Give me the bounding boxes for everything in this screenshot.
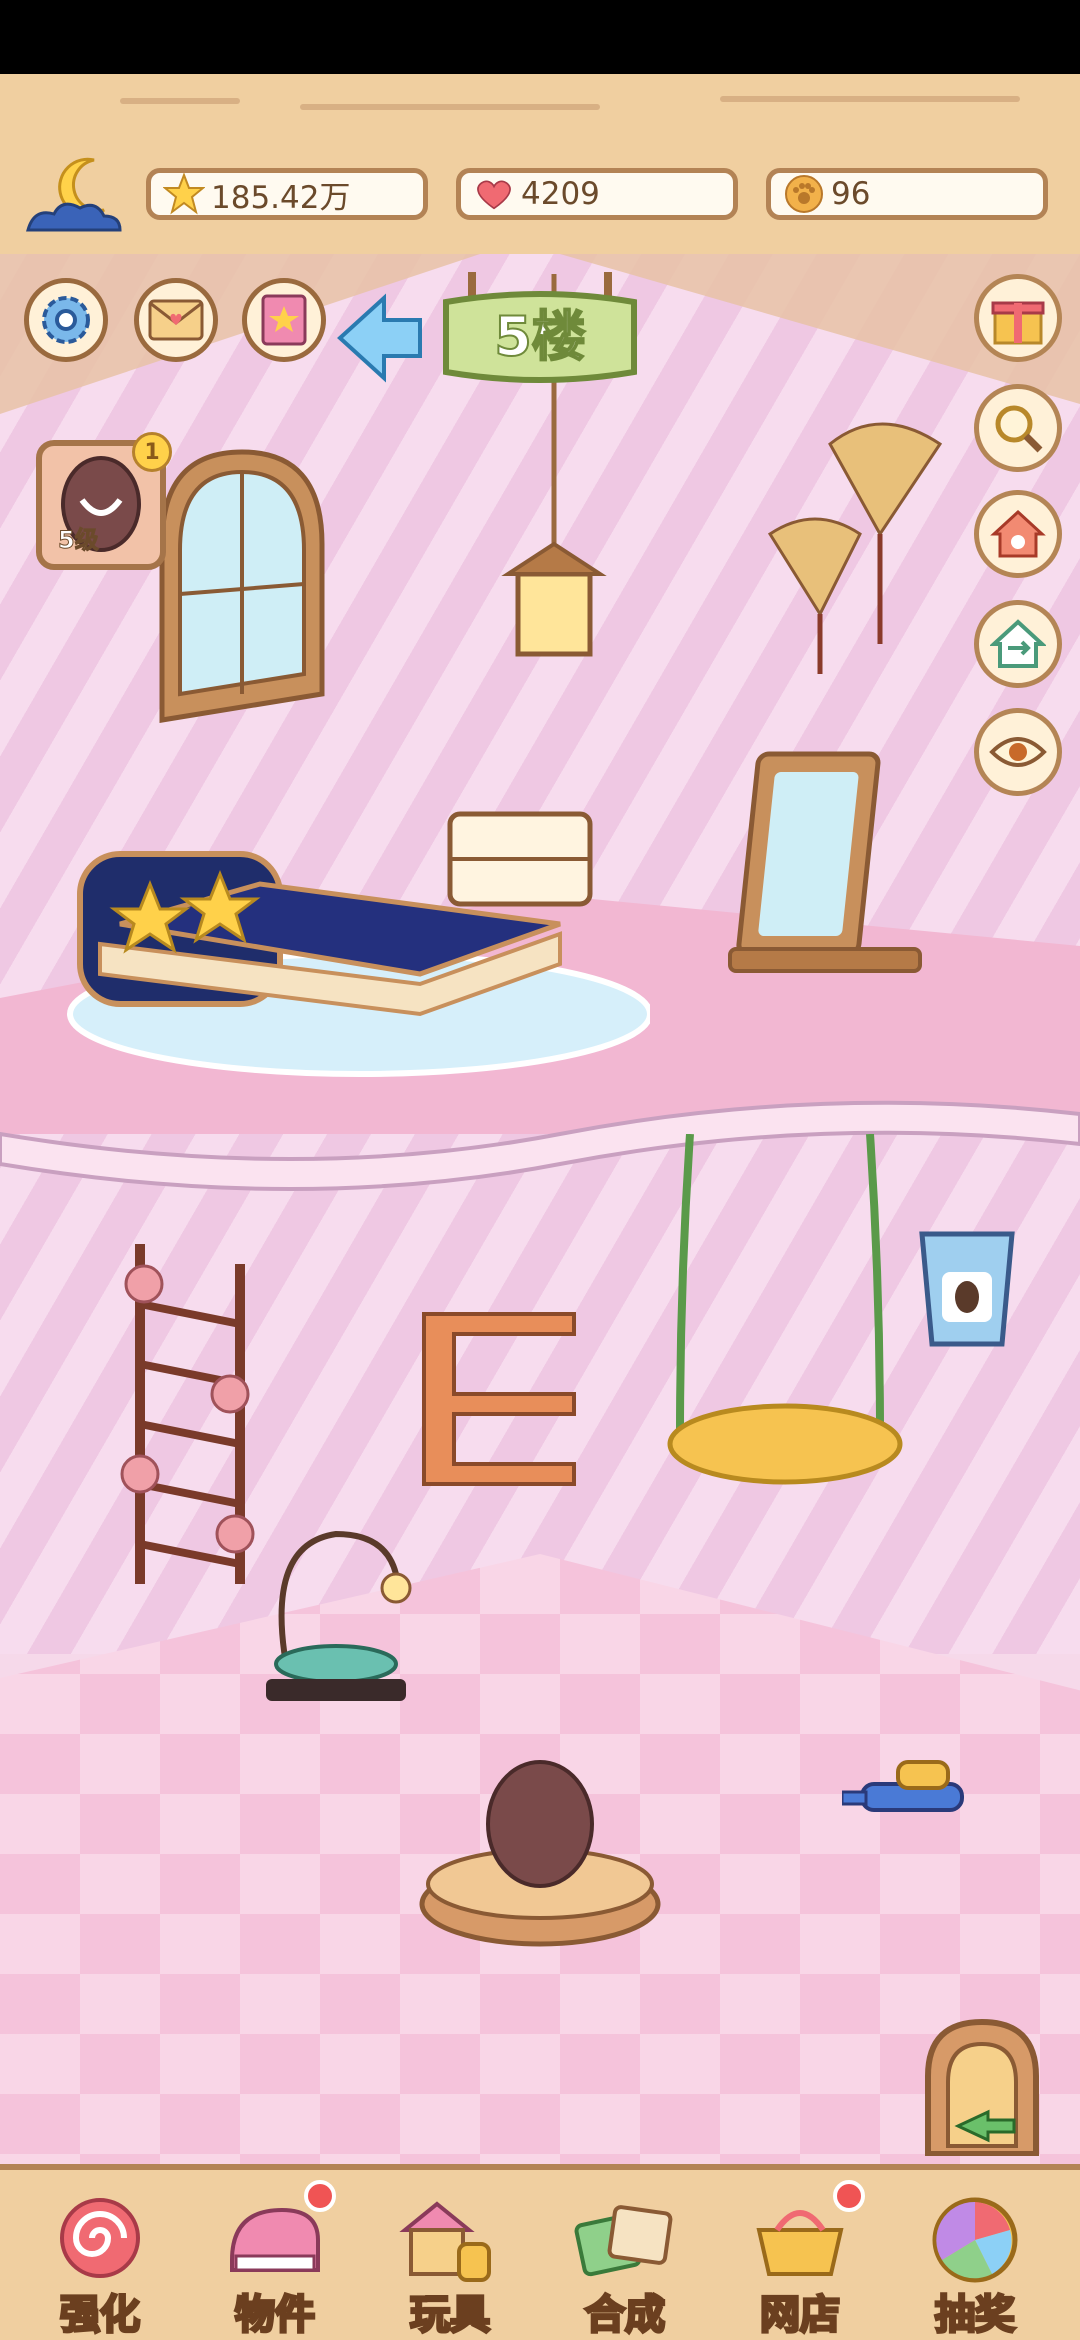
wall-shelf[interactable] — [414, 1294, 584, 1504]
search-icon — [995, 405, 1043, 453]
house-icon — [990, 509, 1046, 558]
gift-icon — [991, 301, 1045, 345]
nav-label: 玩具 — [409, 2291, 492, 2340]
resource-header — [0, 74, 1080, 260]
eye-icon — [989, 737, 1047, 767]
game-screen: 185.42万 4209 96 5楼 5级 1 强化 物件 玩具 合成 网店 抽… — [0, 0, 1080, 2340]
notification-dot — [304, 2180, 336, 2212]
paw-coins-value: 96 — [831, 176, 871, 212]
pet-level: 5级 — [58, 526, 100, 555]
book-icon — [261, 294, 307, 346]
nightstand[interactable] — [440, 794, 600, 924]
arched-window[interactable] — [154, 444, 330, 724]
mail-button[interactable] — [134, 278, 218, 362]
notification-dot — [833, 2180, 865, 2212]
hearts-counter[interactable]: 4209 — [456, 168, 738, 220]
lollipop-icon — [60, 2198, 140, 2278]
floor-label: 5楼 — [493, 304, 587, 369]
nav-label: 抽奖 — [934, 2291, 1017, 2340]
toy-house-icon — [399, 2201, 491, 2282]
nav-merge[interactable]: 合成 — [550, 2176, 700, 2340]
rose-ladder[interactable] — [110, 1244, 260, 1584]
nav-items[interactable]: 物件 — [200, 2176, 350, 2340]
water-gun-toy[interactable] — [842, 1754, 992, 1844]
back-button[interactable] — [334, 292, 426, 384]
vine-swing[interactable] — [650, 1134, 920, 1494]
hearts-value: 4209 — [521, 176, 600, 212]
book-button[interactable] — [242, 278, 326, 362]
home-button[interactable] — [974, 490, 1062, 578]
coffee-cup-decor — [919, 1231, 1015, 1347]
bonsai-lamp[interactable] — [256, 1514, 416, 1714]
exit-door-button[interactable] — [918, 2016, 1046, 2156]
egg-on-stump[interactable] — [410, 1754, 670, 1954]
pet-card[interactable]: 5级 1 — [36, 432, 172, 570]
heart-icon — [477, 180, 511, 210]
arrow-left-icon — [337, 293, 422, 383]
standing-mirror[interactable] — [720, 744, 930, 984]
nav-label: 合成 — [584, 2291, 667, 2340]
house-swap-icon — [990, 619, 1046, 668]
nav-enhance[interactable]: 强化 — [25, 2176, 175, 2340]
nav-lottery[interactable]: 抽奖 — [900, 2176, 1050, 2340]
wood-grain — [300, 104, 600, 110]
mail-icon — [148, 299, 204, 341]
wood-grain — [120, 98, 240, 104]
cards-icon — [574, 2205, 673, 2277]
wall-fans-decor — [767, 422, 943, 674]
gear-icon — [42, 296, 90, 344]
stars-counter[interactable]: 185.42万 — [146, 168, 428, 220]
nav-shop[interactable]: 网店 — [725, 2176, 875, 2340]
status-bar — [0, 0, 1080, 74]
star-icon — [163, 173, 205, 215]
nav-label: 物件 — [234, 2291, 317, 2340]
pet-count-badge: 1 — [132, 432, 172, 472]
paw-coins-counter[interactable]: 96 — [766, 168, 1048, 220]
moon-cloud-icon[interactable] — [24, 150, 124, 240]
paw-coin-icon — [785, 175, 823, 213]
stars-value: 185.42万 — [211, 179, 351, 216]
bottom-nav: 强化 物件 玩具 合成 网店 抽奖 — [0, 2164, 1080, 2340]
settings-button[interactable] — [24, 278, 108, 362]
wood-grain — [720, 96, 1020, 102]
search-button[interactable] — [974, 384, 1062, 472]
gift-button[interactable] — [974, 274, 1062, 362]
switch-house-button[interactable] — [974, 600, 1062, 688]
nav-toys[interactable]: 玩具 — [375, 2176, 525, 2340]
prize-wheel-icon — [932, 2197, 1018, 2283]
floor-sign: 5楼 — [432, 272, 648, 392]
nav-label: 网店 — [759, 2291, 842, 2340]
view-button[interactable] — [974, 708, 1062, 796]
nav-label: 强化 — [59, 2291, 142, 2340]
